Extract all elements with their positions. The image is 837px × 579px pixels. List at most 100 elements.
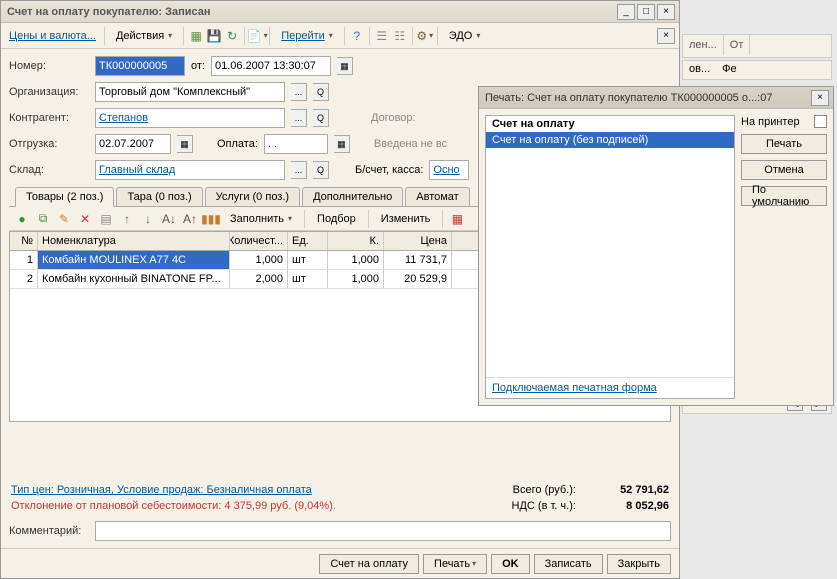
tab-services[interactable]: Услуги (0 поз.) — [205, 187, 300, 206]
extra-icon[interactable]: ▦ — [448, 210, 466, 228]
footer-info: Тип цен: Розничная, Условие продаж: Безн… — [1, 478, 679, 522]
to-printer-label: На принтер — [741, 116, 800, 128]
ship-date-field[interactable]: 02.07.2007 — [95, 134, 171, 154]
invoice-button[interactable]: Счет на оплату — [319, 554, 419, 574]
basedon-icon[interactable]: 📄 — [249, 28, 265, 44]
col-n[interactable]: № — [10, 232, 38, 250]
org-select-icon[interactable]: ... — [291, 83, 307, 101]
comment-field[interactable] — [95, 521, 671, 541]
vat-label: НДС (в т. ч.): — [512, 500, 576, 512]
toolbar-close-icon[interactable]: × — [657, 28, 675, 44]
gear-icon[interactable]: ⚙ — [417, 28, 433, 44]
print-side: На принтер Печать Отмена По умолчанию — [741, 109, 833, 405]
ship-date-picker-icon[interactable]: ▦ — [177, 135, 193, 153]
move-up-icon[interactable]: ↑ — [118, 210, 136, 228]
to-printer-checkbox[interactable] — [814, 115, 827, 128]
delete-icon[interactable]: ✕ — [76, 210, 94, 228]
total-label: Всего (руб.): — [513, 484, 576, 496]
cp-open-icon[interactable]: Q — [313, 109, 329, 127]
print-cancel-button[interactable]: Отмена — [741, 160, 827, 180]
main-titlebar: Счет на оплату покупателю: Записан _ □ × — [1, 1, 679, 23]
close-button-bottom[interactable]: Закрыть — [607, 554, 671, 574]
main-toolbar: Цены и валюта... Действия ▦ 💾 ↻ 📄 Перейт… — [1, 23, 679, 49]
wh-select-icon[interactable]: ... — [291, 161, 307, 179]
pay-note: Введена не вс — [374, 138, 447, 150]
warehouse-label: Склад: — [9, 164, 89, 176]
print-item-nosign[interactable]: Счет на оплату (без подписей) — [486, 132, 734, 148]
col-price[interactable]: Цена — [384, 232, 452, 250]
print-button[interactable]: Печать — [423, 554, 487, 574]
price-type[interactable]: Тип цен: Розничная, Условие продаж: Безн… — [11, 484, 312, 496]
form2-icon[interactable]: ☷ — [392, 28, 408, 44]
fill-menu[interactable]: Заполнить — [223, 210, 299, 228]
add-icon[interactable]: ● — [13, 210, 31, 228]
col-k[interactable]: К. — [328, 232, 384, 250]
wh-open-icon[interactable]: Q — [313, 161, 329, 179]
warehouse-field[interactable]: Главный склад — [95, 160, 285, 180]
counterparty-label: Контрагент: — [9, 112, 89, 124]
window-title: Счет на оплату покупателю: Записан — [5, 6, 617, 18]
ok-button[interactable]: OK — [491, 554, 530, 574]
print-dialog: Печать: Счет на оплату покупателю ТК0000… — [478, 86, 834, 406]
edit-icon[interactable]: ✎ — [55, 210, 73, 228]
org-field[interactable]: Торговый дом "Комплексный" — [95, 82, 285, 102]
change-button[interactable]: Изменить — [374, 210, 438, 228]
counterparty-field[interactable]: Степанов — [95, 108, 285, 128]
save-icon[interactable]: 💾 — [206, 28, 222, 44]
pay-date-field[interactable]: . . — [264, 134, 328, 154]
date-field[interactable]: 01.06.2007 13:30:07 — [211, 56, 331, 76]
post-icon[interactable]: ▦ — [188, 28, 204, 44]
cp-select-icon[interactable]: ... — [291, 109, 307, 127]
print-item-invoice[interactable]: Счет на оплату — [486, 116, 734, 132]
org-label: Организация: — [9, 86, 89, 98]
bottom-bar: Счет на оплату Печать OK Записать Закрыт… — [1, 548, 679, 578]
bank-label: Б/счет, касса: — [355, 164, 423, 176]
save-button[interactable]: Записать — [534, 554, 603, 574]
add-copy-icon[interactable]: ⧉ — [34, 210, 52, 228]
sort-desc-icon[interactable]: A↑ — [181, 210, 199, 228]
number-field[interactable]: ТК000000005 — [95, 56, 185, 76]
deviation: Отклонение от плановой себестоимости: 4 … — [11, 500, 336, 512]
close-button[interactable]: × — [657, 4, 675, 20]
bg-tabs: лен...От — [682, 34, 832, 58]
tab-tare[interactable]: Тара (0 поз.) — [116, 187, 202, 206]
print-close-icon[interactable]: × — [811, 90, 829, 106]
total-value: 52 791,62 — [579, 484, 669, 496]
col-unit[interactable]: Ед. — [288, 232, 328, 250]
print-titlebar: Печать: Счет на оплату покупателю ТК0000… — [479, 87, 833, 109]
tab-additional[interactable]: Дополнительно — [302, 187, 403, 206]
date-picker-icon[interactable]: ▦ — [337, 57, 353, 75]
pay-date-picker-icon[interactable]: ▦ — [334, 135, 350, 153]
org-open-icon[interactable]: Q — [313, 83, 329, 101]
tab-goods[interactable]: Товары (2 поз.) — [15, 187, 114, 207]
print-do-button[interactable]: Печать — [741, 134, 827, 154]
clear-icon[interactable]: ▤ — [97, 210, 115, 228]
bg-tabs2: ов...Фе — [682, 60, 832, 80]
vat-value: 8 052,96 — [579, 500, 669, 512]
goto-menu[interactable]: Перейти — [274, 27, 340, 45]
from-label: от: — [191, 60, 205, 72]
help-icon[interactable]: ? — [349, 28, 365, 44]
barcode-icon[interactable]: ▮▮▮ — [202, 210, 220, 228]
actions-menu[interactable]: Действия — [109, 27, 179, 45]
print-plugin-link[interactable]: Подключаемая печатная форма — [486, 377, 734, 398]
col-name[interactable]: Номенклатура — [38, 232, 230, 250]
contract-label: Договор: — [371, 112, 416, 124]
col-qty[interactable]: Количест... — [230, 232, 288, 250]
edo-menu[interactable]: ЭДО — [442, 27, 488, 45]
minimize-button[interactable]: _ — [617, 4, 635, 20]
move-down-icon[interactable]: ↓ — [139, 210, 157, 228]
refresh-icon[interactable]: ↻ — [224, 28, 240, 44]
comment-label: Комментарий: — [9, 525, 89, 537]
sort-asc-icon[interactable]: A↓ — [160, 210, 178, 228]
pay-label: Оплата: — [217, 138, 258, 150]
maximize-button[interactable]: □ — [637, 4, 655, 20]
select-button[interactable]: Подбор — [310, 210, 363, 228]
print-default-button[interactable]: По умолчанию — [741, 186, 827, 206]
print-list: Счет на оплату Счет на оплату (без подпи… — [485, 115, 735, 399]
bank-field[interactable]: Осно — [429, 160, 469, 180]
tab-auto[interactable]: Автомат — [405, 187, 469, 206]
prices-link[interactable]: Цены и валюта... — [5, 30, 100, 42]
form1-icon[interactable]: ☰ — [374, 28, 390, 44]
print-title: Печать: Счет на оплату покупателю ТК0000… — [483, 92, 811, 104]
